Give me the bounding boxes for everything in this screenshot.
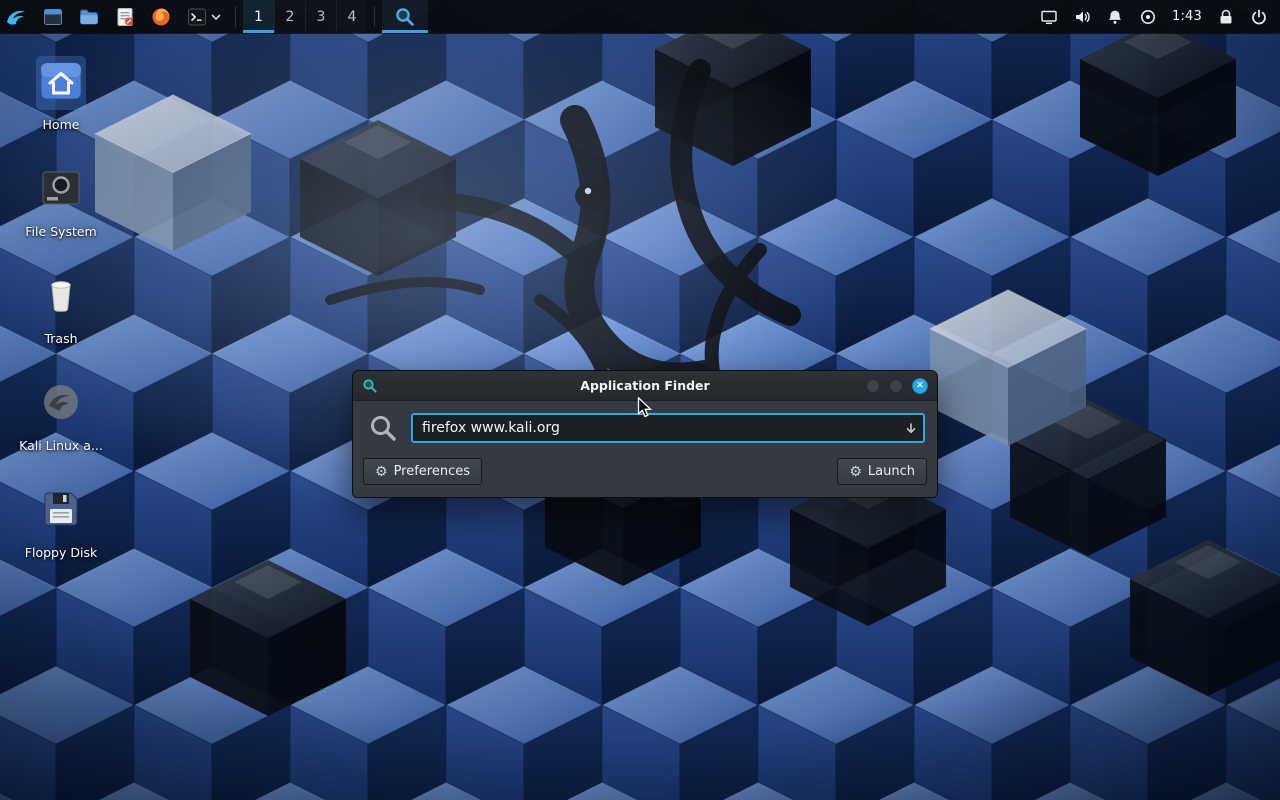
volume-icon[interactable] (1073, 8, 1091, 26)
magnifier-icon (394, 6, 416, 28)
kali-logo-icon (4, 4, 30, 30)
panel-separator (374, 6, 375, 27)
desktop-icon-floppy-disk[interactable]: Floppy Disk (10, 484, 112, 572)
text-editor-launcher[interactable] (107, 0, 143, 33)
application-finder-window: Application Finder ✕ ⚙ Preferences ⚙ (352, 370, 938, 498)
preferences-button[interactable]: ⚙ Preferences (363, 458, 482, 485)
search-input[interactable] (411, 413, 925, 443)
workspace-3[interactable]: 3 (305, 0, 336, 33)
file-manager-launcher[interactable] (35, 0, 71, 33)
appfinder-window-icon (362, 378, 378, 394)
chevron-down-icon[interactable] (211, 13, 221, 21)
firefox-launcher[interactable] (143, 0, 179, 33)
preferences-button-label: Preferences (394, 464, 470, 479)
desktop-icon-file-system[interactable]: File System (10, 163, 112, 251)
kali-menu-button[interactable] (0, 0, 35, 33)
notifications-bell-icon[interactable] (1106, 8, 1124, 26)
firefox-icon (150, 6, 172, 28)
network-icon[interactable] (1139, 8, 1157, 26)
hard-disk-icon (36, 163, 86, 217)
maximize-button[interactable] (889, 379, 903, 393)
desktop-icon-home[interactable]: Home (10, 56, 112, 144)
kali-disc-icon (36, 377, 86, 431)
window-title: Application Finder (353, 378, 937, 393)
desktop-icon-column: Home File System Trash Kali Linu (10, 56, 112, 572)
workspace-2[interactable]: 2 (274, 0, 305, 33)
text-editor-icon (114, 6, 136, 28)
trash-icon (36, 270, 86, 324)
desktop-icon-trash[interactable]: Trash (10, 270, 112, 358)
window-controls: ✕ (866, 378, 928, 394)
lock-icon[interactable] (1217, 8, 1235, 26)
power-icon[interactable] (1250, 8, 1268, 26)
desktop-icon-label: Home (43, 117, 80, 132)
launch-button-label: Launch (868, 464, 915, 479)
panel-left: 1 2 3 4 (0, 0, 428, 33)
workspace-4[interactable]: 4 (336, 0, 367, 33)
desktop-icon-label: File System (25, 224, 97, 239)
gear-icon: ⚙ (375, 465, 388, 479)
system-tray: 1:43 (1040, 0, 1280, 33)
workspace-1-label: 1 (254, 9, 263, 25)
search-icon (368, 413, 398, 443)
panel-separator (235, 6, 236, 27)
mouse-cursor (637, 397, 655, 418)
launch-button[interactable]: ⚙ Launch (837, 458, 927, 485)
desktop-icon-label: Kali Linux a... (19, 438, 103, 453)
clock[interactable]: 1:43 (1172, 9, 1202, 24)
desktop-icon-label: Trash (44, 331, 77, 346)
terminal-icon (186, 6, 208, 28)
top-panel: 1 2 3 4 (0, 0, 1280, 33)
home-icon (36, 56, 86, 110)
taskbar-application-finder-button[interactable] (382, 0, 428, 33)
workspace-2-label: 2 (286, 9, 295, 25)
terminal-launcher[interactable] (179, 0, 228, 33)
close-button[interactable]: ✕ (912, 378, 928, 394)
floppy-disk-icon (36, 484, 86, 538)
workspace-switcher: 1 2 3 4 (243, 0, 367, 33)
workspace-3-label: 3 (317, 9, 326, 25)
desktop-icon-label: Floppy Disk (25, 545, 97, 560)
file-manager-icon (42, 6, 64, 28)
search-input-wrap (411, 413, 925, 443)
button-row: ⚙ Preferences ⚙ Launch (353, 458, 937, 497)
workspace-4-label: 4 (348, 9, 357, 25)
folder-launcher[interactable] (71, 0, 107, 33)
minimize-button[interactable] (866, 379, 880, 393)
launch-icon: ⚙ (849, 465, 862, 479)
folder-icon (78, 6, 100, 28)
display-icon[interactable] (1040, 8, 1058, 26)
dropdown-arrow-icon[interactable] (904, 421, 918, 440)
desktop-icon-kali-linux[interactable]: Kali Linux a... (10, 377, 112, 465)
workspace-1[interactable]: 1 (243, 0, 274, 33)
